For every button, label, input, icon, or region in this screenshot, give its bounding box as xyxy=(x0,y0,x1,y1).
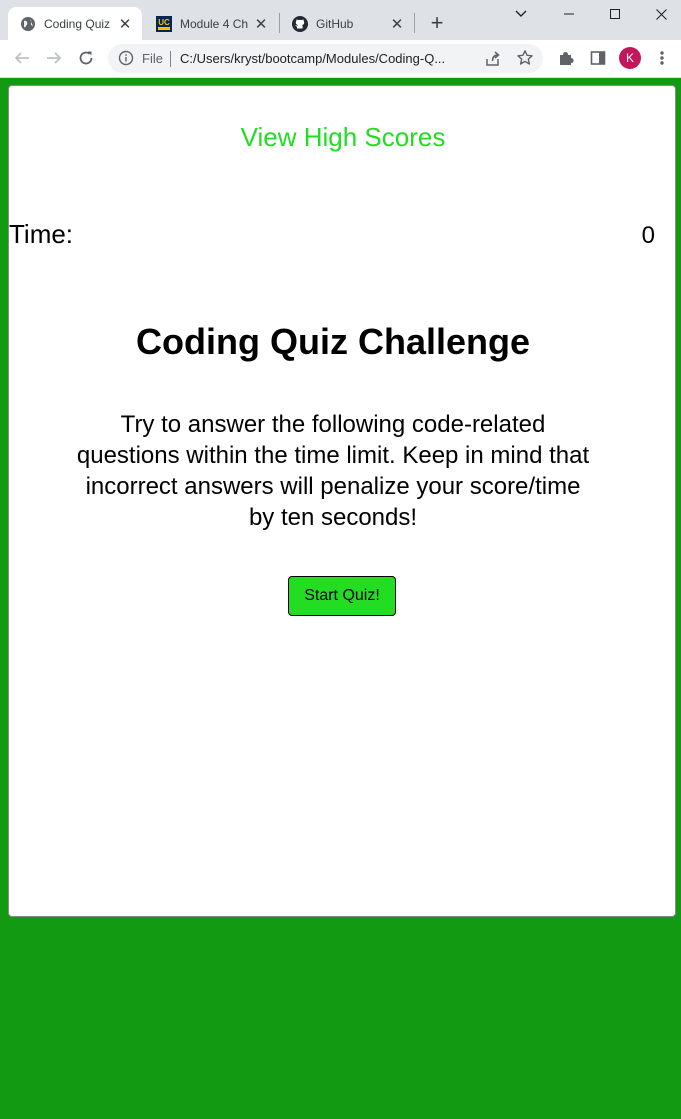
quiz-card: View High Scores Time: 0 Coding Quiz Cha… xyxy=(8,85,676,917)
menu-button[interactable] xyxy=(652,48,672,68)
profile-initial: K xyxy=(625,51,634,65)
tab-title: GitHub xyxy=(316,16,354,31)
tab-title: Coding Quiz xyxy=(44,16,111,31)
ucdavis-icon: UC xyxy=(156,15,172,32)
plus-icon: + xyxy=(430,10,444,35)
tab-title: Module 4 Ch xyxy=(180,16,248,31)
profile-avatar[interactable]: K xyxy=(619,47,641,69)
scheme-label: File xyxy=(142,51,163,66)
page-title: Coding Quiz Challenge xyxy=(136,321,530,362)
arrow-left-icon xyxy=(14,52,29,64)
kebab-menu-icon xyxy=(660,51,664,65)
tab-module-4[interactable]: UC Module 4 Ch ✕ xyxy=(144,7,278,40)
side-panel-button[interactable] xyxy=(588,48,608,68)
share-icon[interactable] xyxy=(484,50,502,68)
bookmark-star-icon[interactable] xyxy=(516,49,534,67)
tab-search-button[interactable] xyxy=(498,0,544,28)
maximize-button[interactable] xyxy=(592,0,638,28)
forward-button[interactable] xyxy=(40,44,68,72)
info-icon[interactable] xyxy=(118,50,134,66)
new-tab-button[interactable]: + xyxy=(425,10,449,35)
extensions-button[interactable] xyxy=(556,48,576,68)
arrow-right-icon xyxy=(47,52,62,64)
puzzle-icon xyxy=(560,52,574,65)
close-tab-icon[interactable]: ✕ xyxy=(388,15,406,33)
browser-toolbar: File C:/Users/kryst/bootcamp/Modules/Cod… xyxy=(0,40,681,77)
url-text[interactable]: C:/Users/kryst/bootcamp/Modules/Coding-Q… xyxy=(180,51,480,66)
time-value: 0 xyxy=(641,222,655,249)
address-separator xyxy=(170,51,171,67)
minimize-icon xyxy=(564,13,574,15)
tab-strip: Coding Quiz ✕ UC Module 4 Ch ✕ GitHub ✕ … xyxy=(0,0,681,40)
toolbar-divider xyxy=(0,77,681,78)
view-high-scores-link[interactable]: View High Scores xyxy=(9,122,677,153)
globe-icon xyxy=(20,16,36,32)
back-button[interactable] xyxy=(8,44,36,72)
reload-button[interactable] xyxy=(72,44,100,72)
tab-separator xyxy=(414,13,415,33)
tab-coding-quiz[interactable]: Coding Quiz ✕ xyxy=(8,7,142,40)
chevron-down-icon xyxy=(515,10,527,17)
minimize-button[interactable] xyxy=(546,0,592,28)
time-label: Time: xyxy=(9,219,74,249)
side-panel-icon xyxy=(590,51,606,65)
close-window-button[interactable] xyxy=(638,0,681,28)
reload-icon xyxy=(79,51,93,65)
address-bar[interactable]: File C:/Users/kryst/bootcamp/Modules/Cod… xyxy=(108,44,543,73)
svg-text:UC: UC xyxy=(158,18,170,27)
close-icon xyxy=(655,8,667,20)
tab-github[interactable]: GitHub ✕ xyxy=(280,7,414,40)
github-icon xyxy=(292,15,308,32)
maximize-icon xyxy=(610,9,620,19)
quiz-description: Try to answer the following code-related… xyxy=(76,411,590,531)
start-quiz-button[interactable]: Start Quiz! xyxy=(288,576,396,616)
close-tab-icon[interactable]: ✕ xyxy=(252,15,270,33)
close-tab-icon[interactable]: ✕ xyxy=(116,15,134,33)
